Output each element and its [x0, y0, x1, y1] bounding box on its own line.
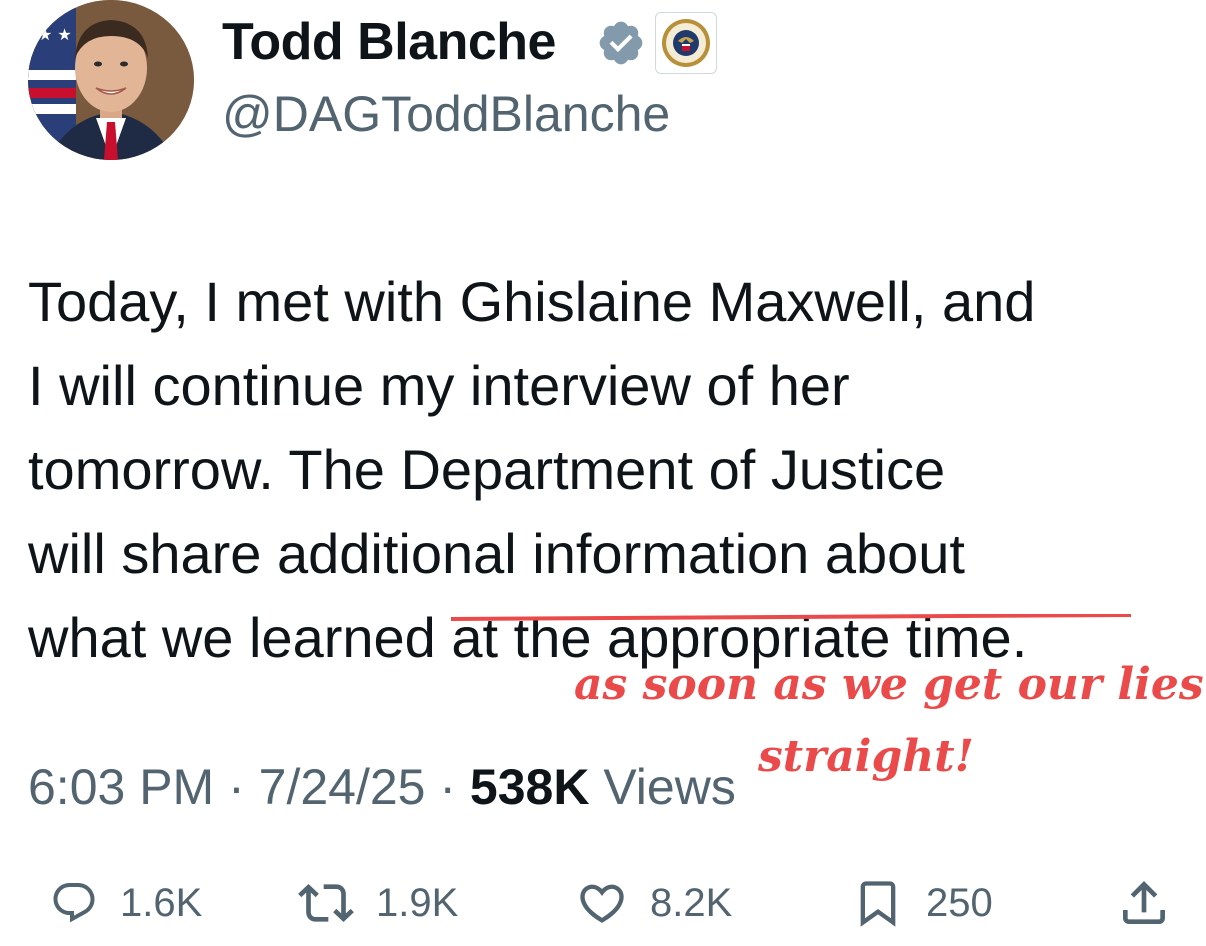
- like-count: 8.2K: [650, 880, 733, 925]
- tweet-meta: 6:03 PM · 7/24/25 · 538K Views: [28, 754, 736, 820]
- bookmark-button[interactable]: 250: [852, 870, 993, 936]
- repost-button[interactable]: 1.9K: [298, 870, 458, 936]
- author-name[interactable]: Todd Blanche: [222, 12, 556, 72]
- doj-seal-graphic: [662, 19, 710, 67]
- views-label: Views: [589, 759, 736, 815]
- doj-seal-icon[interactable]: [655, 12, 717, 74]
- tweet-date[interactable]: 7/24/25: [259, 759, 426, 815]
- share-icon: [1123, 881, 1165, 924]
- author-avatar[interactable]: ★ ★: [28, 0, 194, 160]
- meta-separator: ·: [425, 759, 470, 815]
- share-button[interactable]: [1116, 870, 1172, 936]
- reply-button[interactable]: 1.6K: [50, 870, 202, 936]
- avatar-photo: ★ ★: [28, 0, 194, 160]
- tweet-line: I will continue my interview of her: [28, 354, 850, 417]
- repost-icon: [298, 884, 354, 922]
- heart-icon: [580, 884, 624, 923]
- bookmark-count: 250: [926, 880, 993, 925]
- tweet-line: will share additional information about: [28, 522, 965, 585]
- tweet-time[interactable]: 6:03 PM: [28, 759, 214, 815]
- reply-icon: [53, 883, 95, 923]
- verified-badge-icon[interactable]: [596, 18, 646, 68]
- reply-count: 1.6K: [120, 880, 203, 925]
- bookmark-icon: [860, 881, 896, 927]
- repost-count: 1.9K: [376, 880, 459, 925]
- action-bar: 1.6K 1.9K 8.2K 250: [0, 870, 1206, 936]
- tweet-line: tomorrow. The Department of Justice: [28, 438, 946, 501]
- like-button[interactable]: 8.2K: [576, 870, 732, 936]
- tweet-line: Today, I met with Ghislaine Maxwell, and: [28, 270, 1036, 333]
- annotation-line-1: as soon as we get our lies: [574, 659, 1204, 710]
- tweet-line-prefix: what we learned: [28, 606, 452, 669]
- meta-separator: ·: [214, 759, 259, 815]
- svg-text:★ ★: ★ ★: [38, 25, 72, 44]
- strikethrough-mark: [451, 614, 1132, 621]
- tweet-text: Today, I met with Ghislaine Maxwell, and…: [28, 260, 1188, 680]
- views-count[interactable]: 538K: [470, 759, 590, 815]
- author-handle[interactable]: @DAGToddBlanche: [222, 84, 670, 144]
- annotation-line-2: straight!: [758, 731, 974, 782]
